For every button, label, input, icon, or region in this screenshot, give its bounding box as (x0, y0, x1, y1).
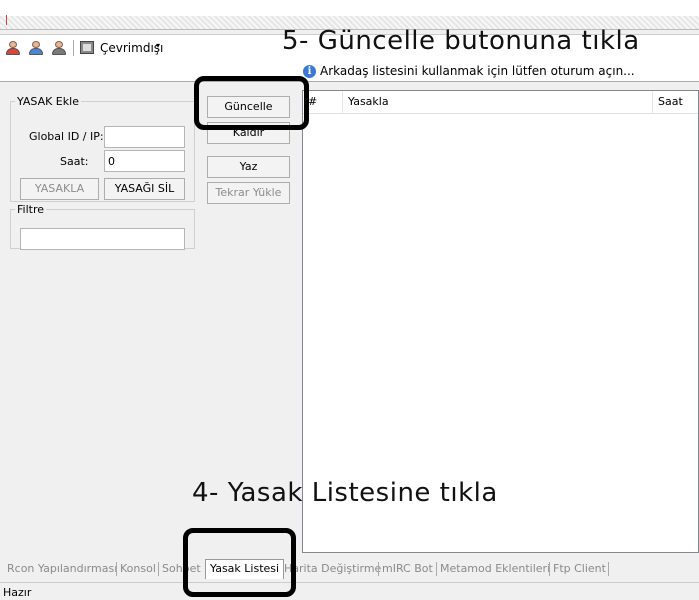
filter-title: Filtre (17, 203, 45, 216)
annotation-highlight-update (194, 76, 309, 130)
global-id-input[interactable] (104, 126, 185, 148)
time-label: Saat: (60, 155, 89, 168)
time-input[interactable] (104, 150, 185, 172)
unban-button[interactable]: YASAĞI SİL (104, 178, 185, 200)
tab-bar: Rcon Yapılandırması Konsol Sohbet Yasak … (0, 556, 699, 582)
status-bar: Hazır (0, 582, 699, 600)
tab-metamod-plugins[interactable]: Metamod Eklentileri (440, 562, 550, 575)
login-message: Arkadaş listesini kullanmak için lütfen … (320, 64, 635, 78)
user-blue-icon[interactable] (29, 41, 43, 55)
ban-button[interactable]: YASAKLA (20, 178, 99, 200)
write-button[interactable]: Yaz (207, 156, 290, 178)
toolbar-separator (73, 40, 74, 56)
info-bar: i Arkadaş listesini kullanmak için lütfe… (0, 60, 699, 82)
reload-button[interactable]: Tekrar Yükle (207, 182, 290, 204)
list-header: # Yasakla Saat (303, 91, 698, 114)
strip-marker (6, 15, 7, 25)
column-header-number[interactable]: # (303, 91, 343, 113)
filter-input[interactable] (20, 228, 185, 250)
annotation-step-5: 5- Güncelle butonuna tıkla (282, 26, 640, 56)
tab-console[interactable]: Konsol (120, 562, 156, 575)
user-red-icon[interactable] (6, 41, 20, 55)
filter-group: Filtre (10, 203, 195, 250)
annotation-highlight-ban-list-tab (183, 528, 296, 597)
tab-map-change[interactable]: Harita Değiştirme (284, 562, 381, 575)
chevron-down-icon[interactable]: ▾ (156, 41, 160, 50)
global-id-label: Global ID / IP: (29, 130, 104, 143)
info-icon: i (303, 65, 316, 78)
ban-add-group: YASAK Ekle Global ID / IP: Saat: YASAKLA… (10, 95, 195, 202)
column-header-time[interactable]: Saat (653, 91, 699, 113)
tab-rcon-config[interactable]: Rcon Yapılandırması (7, 562, 117, 575)
tab-mirc-bot[interactable]: mIRC Bot (382, 562, 433, 575)
offline-status-icon[interactable] (80, 41, 94, 54)
status-dropdown[interactable]: Çevrimdışı (100, 41, 163, 55)
tab-ftp-client[interactable]: Ftp Client (553, 562, 606, 575)
status-text: Hazır (3, 586, 32, 599)
column-header-ban[interactable]: Yasakla (343, 91, 653, 113)
ban-add-title: YASAK Ekle (17, 95, 79, 108)
annotation-step-4: 4- Yasak Listesine tıkla (192, 478, 498, 508)
user-gray-icon[interactable] (52, 41, 66, 55)
